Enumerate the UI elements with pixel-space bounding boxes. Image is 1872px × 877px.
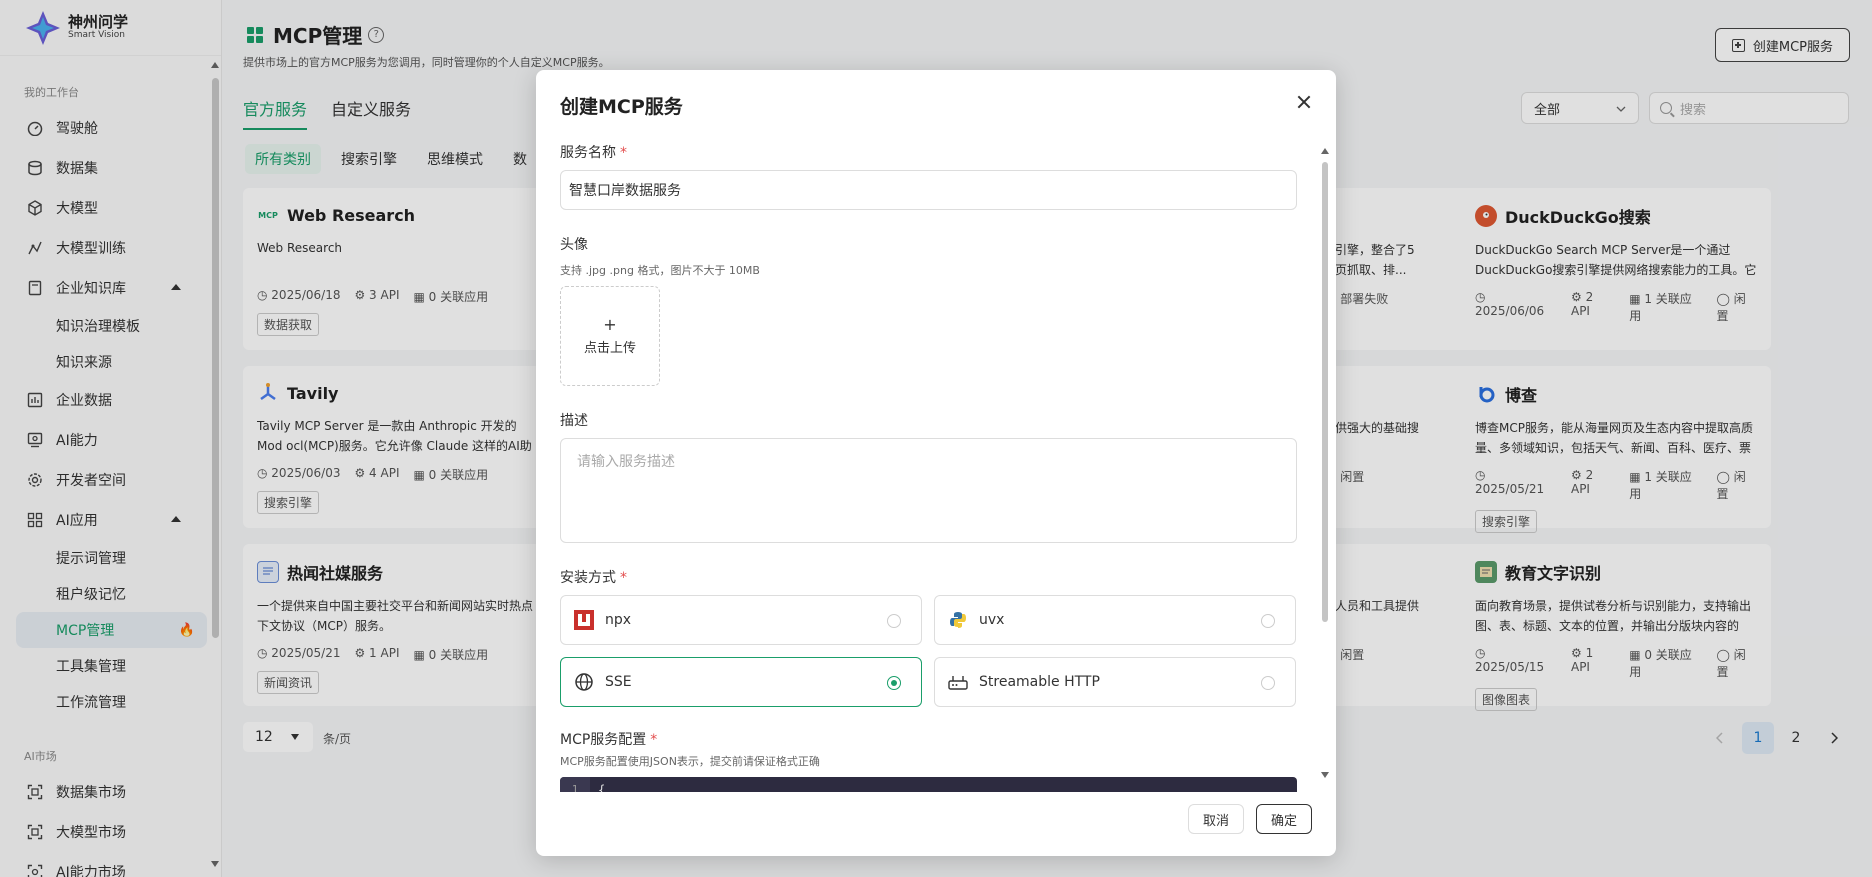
globe-icon <box>573 671 595 693</box>
description-label: 描述 <box>560 413 588 429</box>
avatar-label: 头像 <box>560 237 588 253</box>
dialog-title: 创建MCP服务 <box>560 96 683 118</box>
install-option-npx[interactable]: npx <box>560 595 922 645</box>
confirm-button[interactable]: 确定 <box>1255 804 1312 834</box>
radio-button[interactable] <box>887 614 901 628</box>
avatar-upload-button[interactable]: + 点击上传 <box>560 286 660 386</box>
install-method-label: 安装方式 * <box>560 570 627 586</box>
option-label: uvx <box>979 612 1005 628</box>
option-label: Streamable HTTP <box>979 674 1100 690</box>
router-icon <box>947 671 969 693</box>
scroll-thumb[interactable] <box>1322 162 1328 622</box>
npm-icon <box>573 609 595 631</box>
radio-button[interactable] <box>1261 614 1275 628</box>
scroll-down-icon[interactable] <box>1321 772 1329 778</box>
line-number: 1 <box>560 777 590 792</box>
dialog-scrollbar[interactable] <box>1320 146 1330 778</box>
install-option-uvx[interactable]: uvx <box>934 595 1296 645</box>
code-text: { <box>598 783 606 792</box>
json-code-editor[interactable]: 1 { <box>560 777 1297 792</box>
create-mcp-dialog: 创建MCP服务 服务名称 * 智慧口岸数据服务 头像 支持 .jpg .png 格… <box>536 70 1336 856</box>
dialog-body: 服务名称 * 智慧口岸数据服务 头像 支持 .jpg .png 格式，图片不大于 … <box>560 142 1298 792</box>
config-label: MCP服务配置 * <box>560 732 658 748</box>
option-label: npx <box>605 612 632 628</box>
option-label: SSE <box>605 674 632 690</box>
scroll-up-icon[interactable] <box>1321 148 1329 154</box>
upload-label: 点击上传 <box>583 340 636 356</box>
description-textarea[interactable]: 请输入服务描述 <box>560 438 1297 543</box>
radio-button-selected[interactable] <box>887 676 901 690</box>
service-name-label: 服务名称 * <box>560 145 627 161</box>
radio-button[interactable] <box>1261 676 1275 690</box>
install-option-sse[interactable]: SSE <box>560 657 922 707</box>
close-icon[interactable] <box>1294 92 1314 112</box>
install-option-streamable-http[interactable]: Streamable HTTP <box>934 657 1296 707</box>
avatar-hint: 支持 .jpg .png 格式，图片不大于 10MB <box>560 264 760 277</box>
install-method-group: npx uvx SSE Streamable HTTP <box>560 595 1298 707</box>
cancel-button[interactable]: 取消 <box>1187 804 1244 834</box>
config-hint: MCP服务配置使用JSON表示，提交前请保证格式正确 <box>560 755 820 768</box>
python-icon <box>947 609 969 631</box>
service-name-input[interactable]: 智慧口岸数据服务 <box>560 170 1297 210</box>
plus-icon: + <box>603 314 617 334</box>
dialog-footer: 取消 确定 <box>1187 804 1312 834</box>
